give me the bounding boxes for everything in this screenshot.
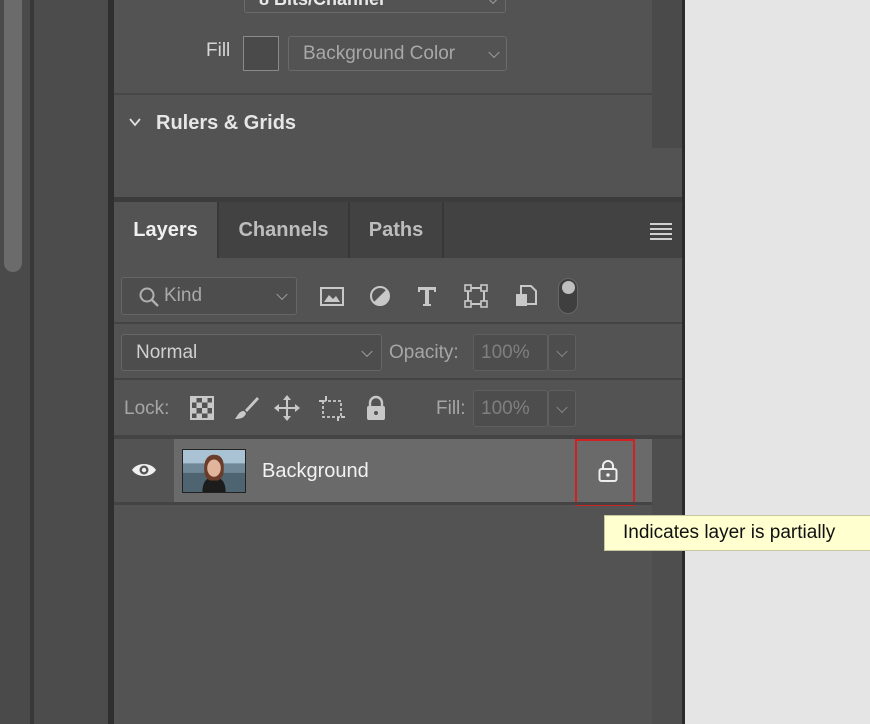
panel-menu-icon[interactable] bbox=[650, 223, 672, 240]
type-filter-icon[interactable] bbox=[413, 282, 441, 310]
search-icon bbox=[139, 287, 159, 307]
tab-channels[interactable]: Channels bbox=[219, 202, 350, 258]
tab-paths[interactable]: Paths bbox=[350, 202, 444, 258]
layer-fill-value: 100% bbox=[481, 397, 530, 419]
layer-fill-dropdown-button[interactable] bbox=[548, 390, 576, 427]
layer-thumbnail[interactable] bbox=[182, 449, 246, 493]
left-scrollbar-thumb[interactable] bbox=[4, 0, 22, 272]
opacity-label: Opacity: bbox=[389, 342, 459, 363]
tooltip: Indicates layer is partially bbox=[604, 515, 870, 551]
lock-transparent-pixels-icon[interactable] bbox=[188, 394, 216, 422]
filter-toggle-switch[interactable] bbox=[558, 278, 578, 314]
layer-fill-field[interactable]: 100% bbox=[473, 390, 548, 427]
tab-layers[interactable]: Layers bbox=[114, 202, 219, 258]
image-filter-icon[interactable] bbox=[318, 282, 346, 310]
layer-name[interactable]: Background bbox=[262, 460, 369, 483]
tab-label: Channels bbox=[238, 218, 329, 241]
rulers-grids-section-title[interactable]: Rulers & Grids bbox=[156, 112, 296, 135]
lock-position-icon[interactable] bbox=[273, 394, 301, 422]
chevron-down-icon bbox=[556, 401, 568, 413]
chevron-down-icon bbox=[276, 288, 288, 301]
layer-fill-label: Fill: bbox=[436, 398, 466, 419]
bit-depth-select[interactable]: 8 Bits/Channel bbox=[244, 0, 506, 13]
fill-color-swatch[interactable] bbox=[243, 36, 279, 71]
blend-mode-value: Normal bbox=[136, 342, 198, 363]
shape-filter-icon[interactable] bbox=[462, 282, 490, 310]
chevron-down-icon bbox=[487, 0, 499, 4]
row-divider bbox=[114, 378, 682, 380]
canvas-edge-area bbox=[34, 0, 108, 724]
properties-scrollbar[interactable] bbox=[652, 0, 682, 148]
opacity-field[interactable]: 100% bbox=[473, 334, 548, 371]
row-divider bbox=[114, 502, 652, 505]
filter-kind-select[interactable] bbox=[121, 277, 297, 315]
lock-artboard-icon[interactable] bbox=[318, 394, 346, 422]
lock-image-pixels-icon[interactable] bbox=[232, 394, 260, 422]
fill-label: Fill bbox=[206, 40, 231, 61]
smart-object-filter-icon[interactable] bbox=[512, 282, 540, 310]
bit-depth-value: 8 Bits/Channel bbox=[259, 0, 384, 10]
chevron-down-icon bbox=[556, 345, 568, 357]
highlight-box bbox=[575, 439, 635, 506]
section-divider bbox=[114, 93, 652, 95]
opacity-dropdown-button[interactable] bbox=[548, 334, 576, 371]
lock-all-icon[interactable] bbox=[362, 394, 390, 422]
eye-icon[interactable] bbox=[130, 459, 158, 481]
tab-label: Paths bbox=[368, 218, 424, 241]
lock-label: Lock: bbox=[124, 398, 170, 419]
chevron-down-icon bbox=[361, 345, 373, 357]
panel-right-border bbox=[682, 0, 685, 724]
filter-kind-label: Kind bbox=[164, 285, 203, 306]
layers-scrollbar-track[interactable] bbox=[652, 439, 682, 724]
fill-select-value: Background Color bbox=[303, 42, 456, 64]
fill-select[interactable]: Background Color bbox=[288, 36, 507, 71]
opacity-value: 100% bbox=[481, 341, 530, 363]
row-divider bbox=[114, 322, 682, 324]
adjustment-filter-icon[interactable] bbox=[366, 282, 394, 310]
chevron-down-icon[interactable] bbox=[129, 116, 141, 128]
chevron-down-icon bbox=[488, 46, 500, 58]
toggle-knob bbox=[562, 281, 575, 294]
tab-label: Layers bbox=[133, 218, 198, 241]
